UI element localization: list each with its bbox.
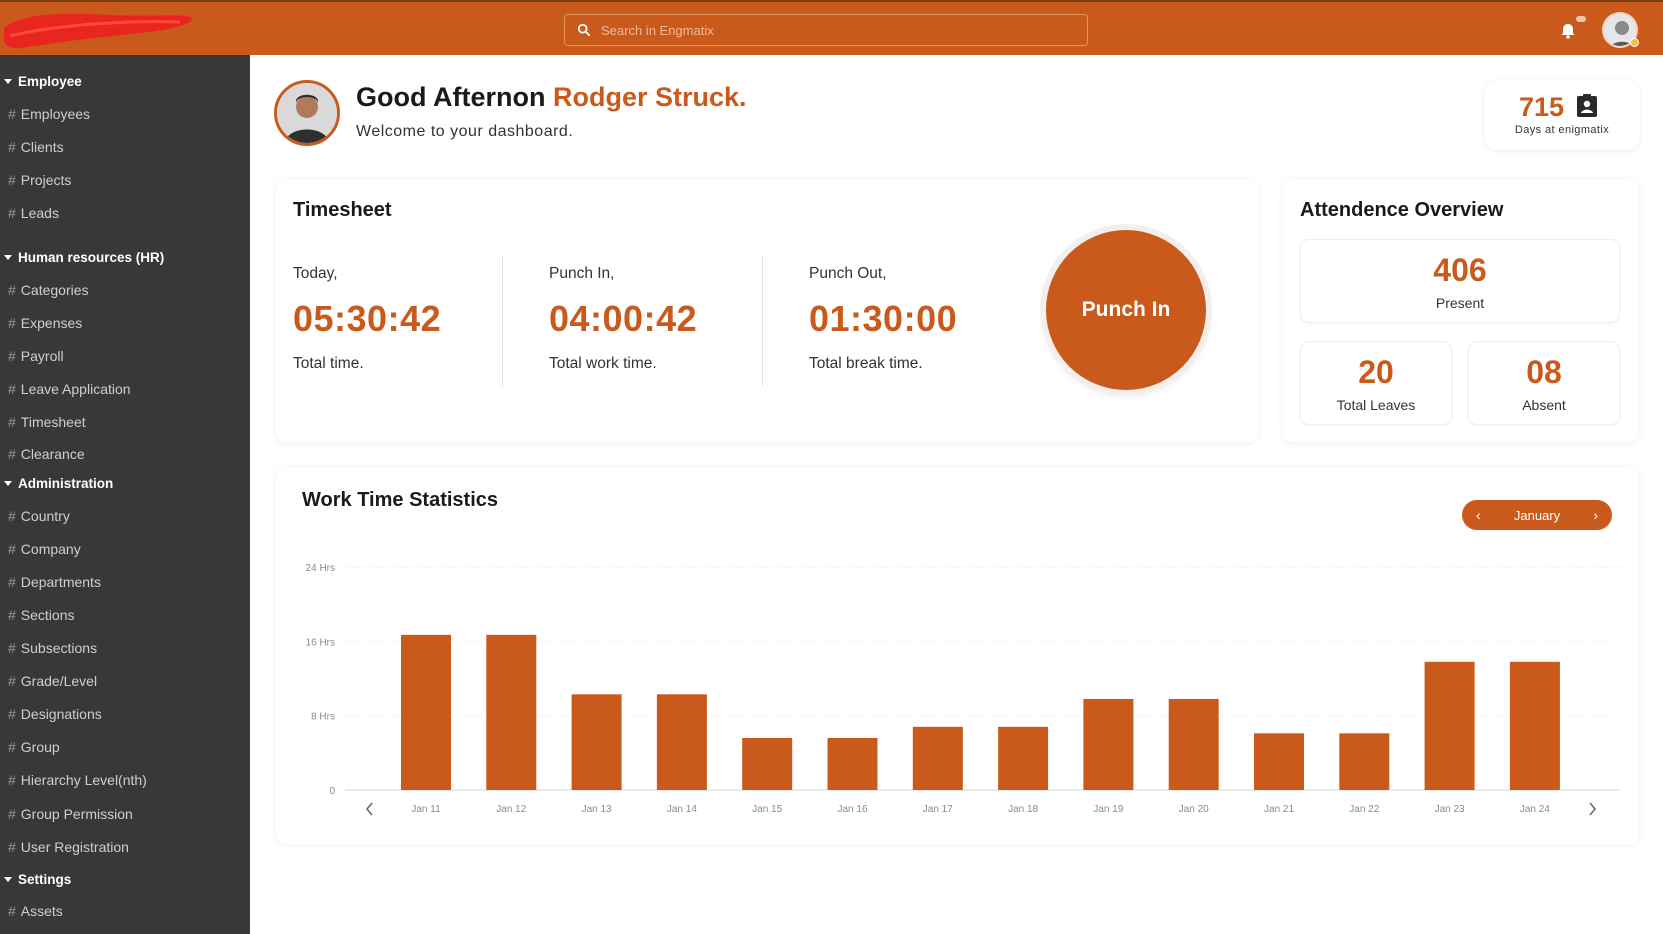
x-tick-label: Jan 15: [752, 804, 782, 815]
y-tick-label: 0: [329, 786, 335, 797]
bar: [1254, 733, 1304, 790]
x-tick-label: Jan 23: [1435, 804, 1465, 815]
bar: [486, 634, 537, 790]
work-time-chart: 0 8 Hrs 16 Hrs 24 Hrs Jan 11 Jan 12 Jan 13 Jan …: [306, 563, 1620, 816]
x-tick-label: Jan 19: [1093, 804, 1123, 815]
bar: [401, 634, 451, 790]
chevron-left-icon[interactable]: [366, 802, 373, 816]
bar: [1083, 698, 1134, 790]
bar: [1424, 661, 1475, 790]
x-tick-label: Jan 20: [1179, 804, 1209, 815]
bar: [912, 726, 963, 790]
x-tick-label: Jan 17: [923, 804, 953, 815]
bar: [1509, 661, 1560, 790]
y-tick-label: 8 Hrs: [311, 712, 335, 723]
bar: [998, 726, 1049, 790]
x-tick-label: Jan 12: [496, 804, 526, 815]
bar: [656, 694, 707, 790]
bar: [1168, 698, 1219, 790]
x-tick-label: Jan 18: [1008, 804, 1038, 815]
bar: [1339, 733, 1390, 790]
x-tick-label: Jan 22: [1349, 804, 1379, 815]
chevron-right-icon[interactable]: [1589, 802, 1596, 816]
bar: [827, 737, 878, 790]
x-tick-label: Jan 11: [411, 804, 441, 815]
x-tick-label: Jan 16: [837, 804, 867, 815]
x-tick-label: Jan 24: [1520, 804, 1550, 815]
y-tick-label: 16 Hrs: [306, 637, 335, 648]
x-tick-label: Jan 21: [1264, 804, 1294, 815]
bar: [571, 694, 622, 790]
x-tick-label: Jan 13: [582, 804, 612, 815]
y-tick-label: 24 Hrs: [306, 563, 335, 574]
x-tick-label: Jan 14: [667, 804, 697, 815]
bar: [742, 737, 793, 790]
